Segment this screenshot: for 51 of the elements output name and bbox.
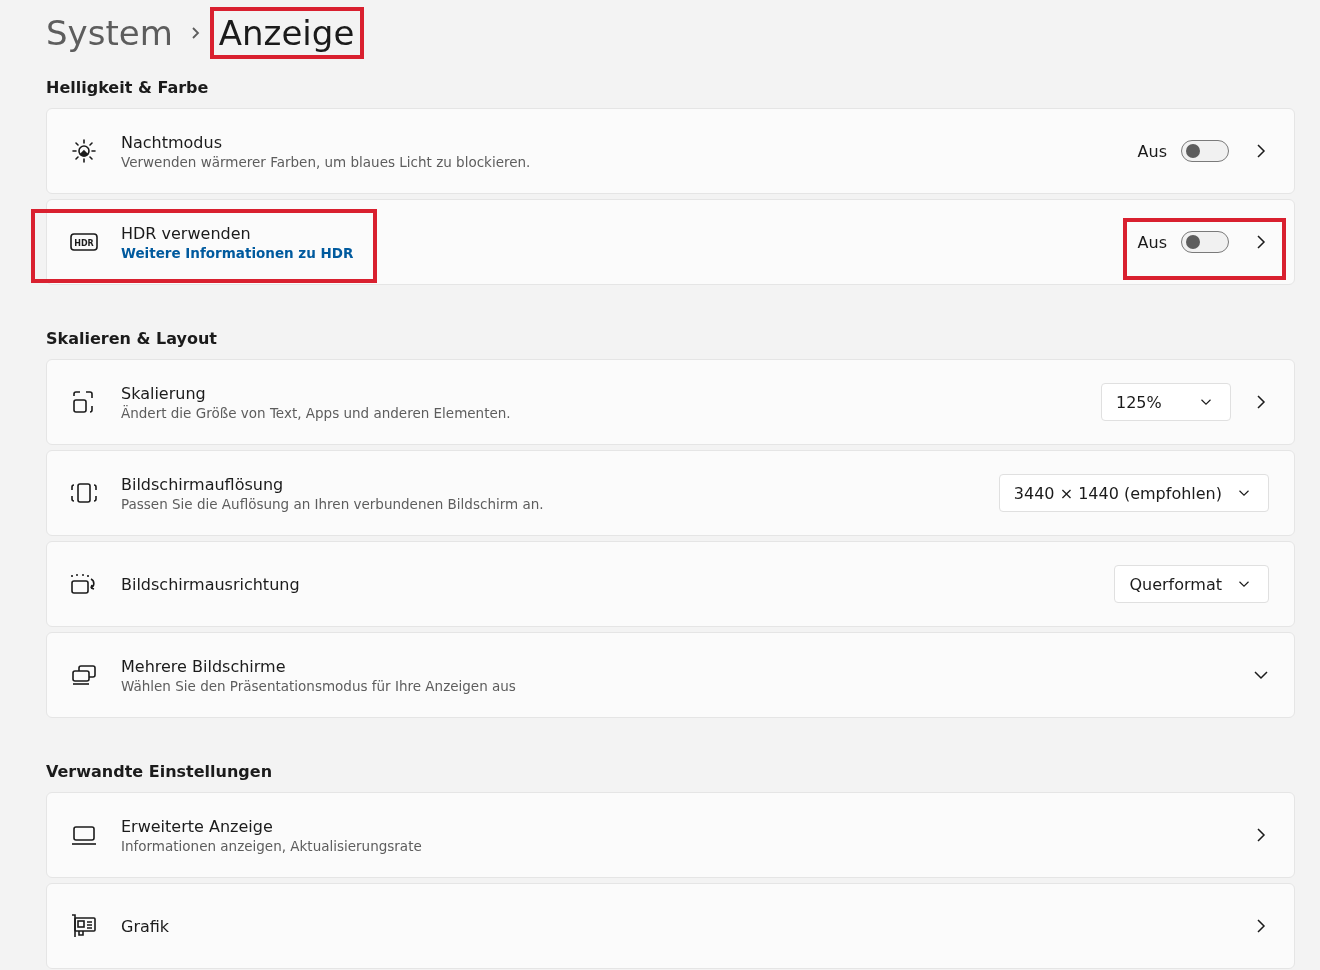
section-heading: Verwandte Einstellungen: [46, 762, 273, 782]
dropdown[interactable]: Querformat: [1114, 565, 1269, 603]
settings-card[interactable]: Mehrere Bildschirme Wählen Sie den Präsentationsmodus für Ihre Anzeigen aus: [46, 632, 1295, 718]
setting-title: Skalierung: [121, 383, 206, 403]
dropdown[interactable]: 125%: [1101, 383, 1231, 421]
chevron-right-icon[interactable]: [1256, 827, 1266, 843]
toggle-state-label: Aus: [1137, 232, 1167, 252]
setting-title: Mehrere Bildschirme: [121, 656, 286, 676]
chevron-right-icon[interactable]: [1256, 143, 1266, 159]
hdr-icon-text: HDR: [74, 238, 94, 248]
chevron-right-icon[interactable]: [1256, 234, 1266, 250]
brightness-icon: [71, 138, 97, 164]
setting-description: Verwenden wärmerer Farben, um blaues Licht zu blockieren.: [121, 153, 531, 170]
setting-description: Ändert die Größe von Text, Apps und anderen Elementen.: [121, 404, 511, 421]
info-link[interactable]: Weitere Informationen zu HDR: [121, 244, 354, 261]
settings-card[interactable]: Nachtmodus Verwenden wärmerer Farben, um blaues Licht zu blockieren. Aus: [46, 108, 1295, 194]
breadcrumb-item: Anzeige: [218, 13, 355, 53]
chevron-right-icon[interactable]: [1256, 394, 1266, 410]
laptop-icon: [70, 824, 98, 846]
setting-title: Erweiterte Anzeige: [121, 816, 273, 836]
setting-title: HDR verwenden: [121, 223, 251, 243]
graphics-card-icon: [70, 913, 98, 939]
dropdown[interactable]: 3440 × 1440 (empfohlen): [998, 474, 1269, 512]
setting-title: Bildschirmausrichtung: [121, 574, 300, 594]
rotate-screen-icon: [70, 572, 98, 596]
setting-description: Wählen Sie den Präsentationsmodus für Ihre Anzeigen aus: [121, 677, 516, 694]
setting-description: Informationen anzeigen, Aktualisierungsrate: [121, 837, 422, 854]
breadcrumb-item[interactable]: System: [46, 13, 173, 53]
settings-card[interactable]: Bildschirmauflösung Passen Sie die Auflösung an Ihren verbundenen Bildschirm an. 3440 × 1440 (empfohlen): [46, 450, 1295, 536]
settings-card[interactable]: Erweiterte Anzeige Informationen anzeigen, Aktualisierungsrate: [46, 792, 1295, 878]
breadcrumb-chevron-icon: [190, 25, 201, 41]
dropdown-caret-icon: [1238, 489, 1250, 497]
chevron-right-icon[interactable]: [1256, 918, 1266, 934]
section-heading: Skalieren & Layout: [46, 329, 218, 349]
resolution-icon: [70, 481, 98, 505]
multiple-monitors-icon: [70, 663, 98, 687]
toggle-switch[interactable]: [1181, 231, 1229, 253]
settings-card[interactable]: Skalierung Ändert die Größe von Text, Apps und anderen Elementen. 125%: [46, 359, 1295, 445]
setting-description: Passen Sie die Auflösung an Ihren verbundenen Bildschirm an.: [121, 495, 544, 512]
toggle-state-label: Aus: [1137, 141, 1167, 161]
dropdown-caret-icon: [1238, 580, 1250, 588]
setting-title: Bildschirmauflösung: [121, 474, 284, 494]
section-heading: Helligkeit & Farbe: [46, 78, 210, 98]
setting-title: Nachtmodus: [121, 132, 222, 152]
setting-title: Grafik: [121, 916, 170, 936]
settings-card[interactable]: HDR HDR verwenden Weitere Informationen zu HDR Aus: [46, 199, 1295, 285]
dropdown-caret-icon: [1200, 398, 1212, 406]
toggle-switch[interactable]: [1181, 140, 1229, 162]
settings-card[interactable]: Grafik: [46, 883, 1295, 969]
chevron-down-icon[interactable]: [1253, 670, 1269, 680]
settings-card[interactable]: Bildschirmausrichtung Querformat: [46, 541, 1295, 627]
